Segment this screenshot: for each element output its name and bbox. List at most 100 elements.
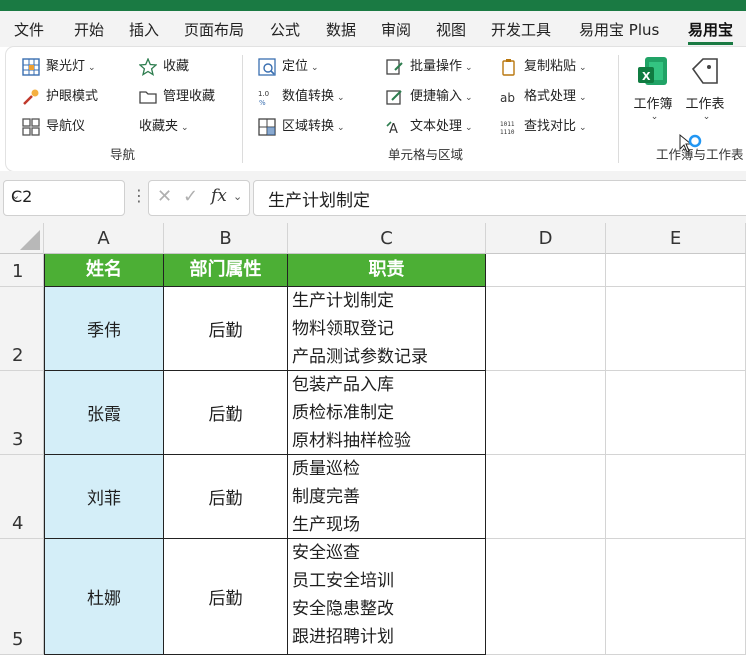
svg-text:A: A xyxy=(389,122,398,136)
row-header-3[interactable]: 3 xyxy=(0,371,44,455)
name-cell[interactable]: 季伟 xyxy=(44,287,164,371)
name-cell[interactable]: 张霞 xyxy=(44,371,164,455)
formula-input[interactable]: 生产计划制定 xyxy=(253,180,746,216)
dept-value: 后勤 xyxy=(208,405,243,425)
find-compare-label: 查找对比 xyxy=(524,119,577,134)
tab-yiyongbao-plus[interactable]: 易用宝 Plus xyxy=(579,11,659,47)
navigator-label: 导航仪 xyxy=(46,119,86,134)
quick-input-icon xyxy=(386,90,402,105)
tab-page-layout[interactable]: 页面布局 xyxy=(184,11,244,47)
chevron-down-icon: ⌄ xyxy=(88,63,96,73)
duty-cell[interactable]: 质量巡检 制度完善 生产现场 xyxy=(288,455,486,539)
header-cell-duty[interactable]: 职责 xyxy=(288,254,486,287)
tab-home[interactable]: 开始 xyxy=(74,11,104,47)
tab-formulas[interactable]: 公式 xyxy=(270,11,300,47)
dept-cell[interactable]: 后勤 xyxy=(164,539,288,655)
chevron-down-icon[interactable]: ⌄ xyxy=(233,190,242,203)
column-header-a[interactable]: A xyxy=(44,223,164,254)
confirm-icon[interactable]: ✓ xyxy=(183,186,198,207)
name-cell[interactable]: 杜娜 xyxy=(44,539,164,655)
column-header-b[interactable]: B xyxy=(164,223,288,254)
favorites-folder-label: 收藏夹 xyxy=(139,119,179,134)
duty-line: 员工安全培训 xyxy=(292,571,394,591)
star-icon xyxy=(139,58,157,76)
cell-d5[interactable] xyxy=(486,539,606,655)
row-header-4[interactable]: 4 xyxy=(0,455,44,539)
tab-yiyongbao[interactable]: 易用宝 xyxy=(688,11,734,47)
spotlight-grid-icon xyxy=(22,58,40,76)
header-cell-name[interactable]: 姓名 xyxy=(44,254,164,287)
batch-icon xyxy=(386,59,403,75)
chevron-down-icon: ⌄ xyxy=(579,93,587,103)
duty-cell[interactable]: 生产计划制定 物料领取登记 产品测试参数记录 xyxy=(288,287,486,371)
copy-paste-label: 复制粘贴 xyxy=(524,59,577,74)
name-box[interactable]: C2 ⌄ xyxy=(3,180,125,216)
chevron-down-icon: ⌄ xyxy=(650,112,659,122)
dept-value: 后勤 xyxy=(208,589,243,609)
row-header-1[interactable]: 1 xyxy=(0,254,44,287)
cell-d1[interactable] xyxy=(486,254,606,287)
column-header-e[interactable]: E xyxy=(606,223,746,254)
dept-value: 后勤 xyxy=(208,489,243,509)
name-cell[interactable]: 刘菲 xyxy=(44,455,164,539)
excel-workbook-icon: X xyxy=(638,57,667,85)
text-process-label: 文本处理 xyxy=(410,119,463,134)
cell-e3[interactable] xyxy=(606,371,746,455)
tab-data[interactable]: 数据 xyxy=(326,11,356,47)
duty-cell[interactable]: 包装产品入库 质检标准制定 原材料抽样检验 xyxy=(288,371,486,455)
chevron-down-icon: ⌄ xyxy=(579,63,587,73)
cell-e4[interactable] xyxy=(606,455,746,539)
column-header-c[interactable]: C xyxy=(288,223,486,254)
cell-e1[interactable] xyxy=(606,254,746,287)
tab-review[interactable]: 审阅 xyxy=(381,11,411,47)
tab-insert[interactable]: 插入 xyxy=(129,11,159,47)
cell-d3[interactable] xyxy=(486,371,606,455)
more-options-icon[interactable]: ⋮ xyxy=(131,186,147,205)
workbook-button[interactable]: X 工作簿 ⌄ xyxy=(630,55,676,122)
cell-e5[interactable] xyxy=(606,539,746,655)
cell-d2[interactable] xyxy=(486,287,606,371)
eye-care-icon xyxy=(23,89,39,105)
group-label-cell-range: 单元格与区域 xyxy=(388,147,464,162)
chevron-down-icon[interactable]: ⌄ xyxy=(11,189,118,202)
row-header-2[interactable]: 2 xyxy=(0,287,44,371)
spreadsheet-grid: A B C D E 1 2 3 4 5 姓名 部门属性 职责 季伟 后勤 生产计… xyxy=(0,223,746,655)
copy-paste-icon xyxy=(502,59,515,76)
duty-line: 制度完善 xyxy=(292,487,360,507)
header-cell-dept[interactable]: 部门属性 xyxy=(164,254,288,287)
duty-line: 物料领取登记 xyxy=(292,319,394,339)
tab-developer[interactable]: 开发工具 xyxy=(491,11,551,47)
dept-cell[interactable]: 后勤 xyxy=(164,371,288,455)
svg-text:%: % xyxy=(259,99,266,106)
dept-cell[interactable]: 后勤 xyxy=(164,287,288,371)
insert-function-icon[interactable]: fx xyxy=(211,186,227,206)
duty-line: 原材料抽样检验 xyxy=(292,431,411,451)
worksheet-button[interactable]: 工作表 ⌄ xyxy=(682,55,728,122)
duty-line: 包装产品入库 xyxy=(292,375,394,395)
formula-text: 生产计划制定 xyxy=(268,191,370,211)
text-process-icon: A xyxy=(386,121,398,136)
duty-line: 产品测试参数记录 xyxy=(292,347,428,367)
cell-d4[interactable] xyxy=(486,455,606,539)
row-number: 5 xyxy=(12,629,24,650)
chevron-down-icon: ⌄ xyxy=(337,93,345,103)
ribbon-panel: 聚光灯 ⌄ 收藏 护眼模式 管理收藏 导航仪 收藏夹 ⌄ 导航 定位 ⌄ 批量操作 ⌄ … xyxy=(6,47,746,171)
format-label: 格式处理 xyxy=(524,89,577,104)
find-compare-icon: 10111110 xyxy=(500,121,515,136)
employee-name: 季伟 xyxy=(87,321,121,341)
duty-line: 安全巡查 xyxy=(292,543,360,563)
dept-cell[interactable]: 后勤 xyxy=(164,455,288,539)
cell-e2[interactable] xyxy=(606,287,746,371)
chevron-down-icon: ⌄ xyxy=(579,123,587,133)
row-header-5[interactable]: 5 xyxy=(0,539,44,655)
duty-cell[interactable]: 安全巡查 员工安全培训 安全隐患整改 跟进招聘计划 xyxy=(288,539,486,655)
spotlight-label: 聚光灯 xyxy=(46,59,86,74)
column-header-d[interactable]: D xyxy=(486,223,606,254)
folder-icon xyxy=(139,91,157,104)
locate-icon xyxy=(258,58,276,76)
select-all-corner[interactable] xyxy=(0,223,44,254)
tab-view[interactable]: 视图 xyxy=(436,11,466,47)
mouse-cursor-icon xyxy=(679,133,702,153)
tab-file[interactable]: 文件 xyxy=(14,11,44,47)
cancel-icon[interactable]: ✕ xyxy=(157,186,172,207)
